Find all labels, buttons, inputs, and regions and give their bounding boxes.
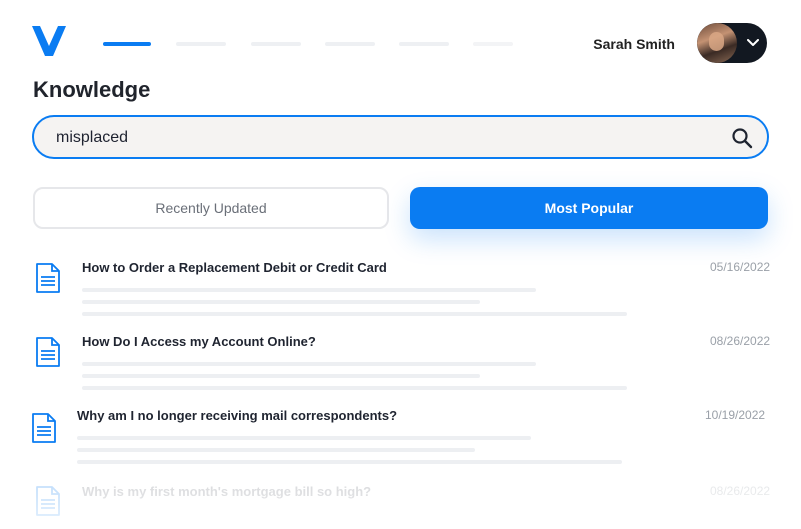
search-bar[interactable] [32, 115, 769, 159]
document-icon [36, 337, 60, 367]
document-icon [36, 486, 60, 516]
search-icon[interactable] [731, 127, 753, 149]
excerpt-placeholder [82, 312, 627, 316]
nav-tab-active[interactable] [103, 42, 151, 46]
document-icon [36, 263, 60, 293]
search-input[interactable] [56, 126, 696, 150]
nav-tab-3[interactable] [251, 42, 301, 46]
article-title[interactable]: Why is my first month's mortgage bill so… [82, 484, 371, 499]
chevron-down-icon [746, 36, 760, 50]
user-name: Sarah Smith [593, 36, 675, 52]
article-list-item[interactable]: How to Order a Replacement Debit or Cred… [0, 255, 801, 325]
article-date: 08/26/2022 [710, 334, 771, 348]
page-title: Knowledge [33, 77, 151, 102]
nav-tab-6[interactable] [473, 42, 513, 46]
brand-logo[interactable] [32, 26, 66, 56]
nav-tabs [103, 42, 523, 48]
nav-tab-2[interactable] [176, 42, 226, 46]
excerpt-placeholder [82, 386, 627, 390]
excerpt-placeholder [82, 288, 536, 292]
article-title[interactable]: How Do I Access my Account Online? [82, 334, 316, 349]
nav-tab-5[interactable] [399, 42, 449, 46]
excerpt-placeholder [77, 460, 622, 464]
avatar [697, 23, 737, 63]
article-title[interactable]: Why am I no longer receiving mail corres… [77, 408, 397, 423]
excerpt-placeholder [77, 448, 475, 452]
article-list-item[interactable]: Why am I no longer receiving mail corres… [0, 403, 801, 473]
excerpt-placeholder [82, 362, 536, 366]
article-list-item[interactable]: How Do I Access my Account Online? 08/26… [0, 329, 801, 399]
excerpt-placeholder [82, 374, 480, 378]
tab-recently-updated[interactable]: Recently Updated [33, 187, 389, 229]
article-title[interactable]: How to Order a Replacement Debit or Cred… [82, 260, 387, 275]
article-date: 10/19/2022 [705, 408, 766, 422]
document-icon [32, 413, 56, 443]
tab-most-popular[interactable]: Most Popular [410, 187, 768, 229]
excerpt-placeholder [82, 300, 480, 304]
nav-tab-4[interactable] [325, 42, 375, 46]
article-list-item[interactable]: Why is my first month's mortgage bill so… [0, 478, 801, 529]
article-date: 08/26/2022 [710, 484, 771, 498]
article-date: 05/16/2022 [710, 260, 771, 274]
account-menu-button[interactable] [697, 23, 767, 63]
excerpt-placeholder [77, 436, 531, 440]
